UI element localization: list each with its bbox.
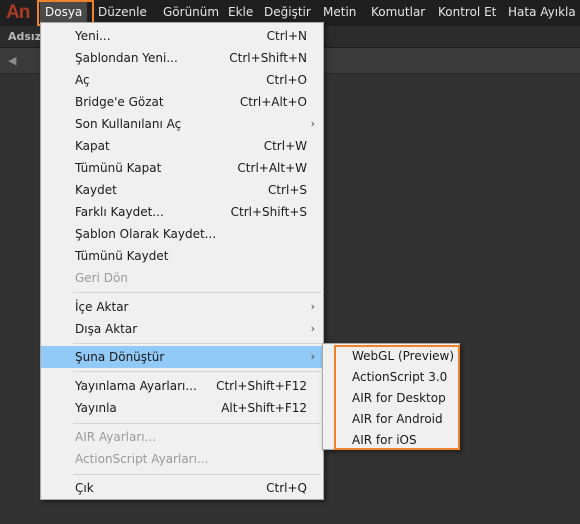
menu-item-open-recent[interactable]: Son Kullanılanı Aç › — [41, 113, 323, 135]
menu-item-publish-settings[interactable]: Yayınlama Ayarları... Ctrl+Shift+F12 — [41, 375, 323, 397]
menu-item-label: İçe Aktar — [75, 300, 129, 314]
submenu-item-air-android[interactable]: AIR for Android — [323, 409, 459, 430]
menu-item-label: Şablon Olarak Kaydet... — [75, 227, 217, 241]
menu-item-shortcut: Ctrl+Q — [266, 481, 307, 495]
chevron-right-icon: › — [310, 300, 315, 313]
menu-item-label: Tümünü Kapat — [75, 161, 162, 175]
chevron-right-icon: › — [310, 322, 315, 335]
submenu-item-air-desktop[interactable]: AIR for Desktop — [323, 388, 459, 409]
menu-item-shortcut: Ctrl+Shift+N — [229, 51, 307, 65]
chevron-right-icon: › — [310, 117, 315, 130]
menu-item-import[interactable]: İçe Aktar › — [41, 296, 323, 318]
menu-item-close[interactable]: Kapat Ctrl+W — [41, 135, 323, 157]
menu-item-label: ActionScript Ayarları... — [75, 452, 209, 466]
menu-control[interactable]: Kontrol Et — [433, 0, 501, 26]
menu-item-label: Tümünü Kaydet — [75, 249, 169, 263]
menu-item-shortcut: Ctrl+S — [267, 183, 307, 197]
menu-debug[interactable]: Hata Ayıkla — [503, 0, 580, 26]
submenu-item-label: AIR for Android — [352, 412, 443, 426]
menu-item-air-settings: AIR Ayarları... — [41, 426, 323, 448]
menu-item-save[interactable]: Kaydet Ctrl+S — [41, 179, 323, 201]
menu-separator — [73, 343, 321, 344]
menu-item-label: Geri Dön — [75, 271, 128, 285]
menu-item-label: Son Kullanılanı Aç — [75, 117, 182, 131]
menu-item-exit[interactable]: Çık Ctrl+Q — [41, 477, 323, 499]
menu-item-revert: Geri Dön — [41, 267, 323, 289]
menu-item-label: Bridge'e Gözat — [75, 95, 164, 109]
menu-item-label: Farklı Kaydet... — [75, 205, 164, 219]
menu-item-shortcut: Ctrl+Alt+O — [239, 95, 307, 109]
menu-item-publish[interactable]: Yayınla Alt+Shift+F12 — [41, 397, 323, 419]
menu-item-save-all[interactable]: Tümünü Kaydet — [41, 245, 323, 267]
menu-item-label: Aç — [75, 73, 90, 87]
menu-item-save-as-template[interactable]: Şablon Olarak Kaydet... — [41, 223, 323, 245]
menu-item-label: Kapat — [75, 139, 110, 153]
menu-item-label: Yayınla — [75, 401, 117, 415]
menu-commands[interactable]: Komutlar — [366, 0, 430, 26]
menu-item-open[interactable]: Aç Ctrl+O — [41, 69, 323, 91]
menu-item-close-all[interactable]: Tümünü Kapat Ctrl+Alt+W — [41, 157, 323, 179]
convert-to-submenu: WebGL (Preview) ActionScript 3.0 AIR for… — [322, 343, 460, 450]
menu-item-shortcut: Ctrl+Shift+F12 — [216, 379, 307, 393]
document-tab[interactable]: Adsız — [8, 30, 41, 43]
menu-item-new[interactable]: Yeni... Ctrl+N — [41, 25, 323, 47]
arrow-left-icon[interactable]: ◀ — [8, 54, 16, 67]
submenu-item-label: WebGL (Preview) — [352, 349, 455, 363]
menu-separator — [73, 474, 321, 475]
menu-item-browse-in-bridge[interactable]: Bridge'e Gözat Ctrl+Alt+O — [41, 91, 323, 113]
menu-item-shortcut: Ctrl+Alt+W — [237, 161, 307, 175]
menu-item-shortcut: Ctrl+N — [266, 29, 307, 43]
menu-item-shortcut: Ctrl+O — [266, 73, 307, 87]
menu-item-label: Çık — [75, 481, 94, 495]
menu-separator — [73, 423, 321, 424]
menu-item-shortcut: Ctrl+Shift+S — [230, 205, 307, 219]
submenu-item-label: ActionScript 3.0 — [352, 370, 448, 384]
submenu-item-air-ios[interactable]: AIR for iOS — [323, 430, 459, 451]
menu-item-label: Yayınlama Ayarları... — [75, 379, 197, 393]
menu-item-label: Kaydet — [75, 183, 117, 197]
menu-item-export[interactable]: Dışa Aktar › — [41, 318, 323, 340]
menu-item-label: AIR Ayarları... — [75, 430, 157, 444]
chevron-right-icon: › — [310, 350, 315, 363]
app-logo: An — [6, 2, 30, 23]
file-menu: Yeni... Ctrl+N Şablondan Yeni... Ctrl+Sh… — [40, 22, 324, 500]
menu-item-label: Şablondan Yeni... — [75, 51, 178, 65]
submenu-item-label: AIR for Desktop — [352, 391, 446, 405]
menu-item-convert-to[interactable]: Şuna Dönüştür › — [41, 346, 323, 368]
menu-item-label: Şuna Dönüştür — [75, 350, 165, 364]
menu-item-shortcut: Alt+Shift+F12 — [221, 401, 307, 415]
menu-separator — [73, 292, 321, 293]
menu-item-save-as[interactable]: Farklı Kaydet... Ctrl+Shift+S — [41, 201, 323, 223]
submenu-item-actionscript3[interactable]: ActionScript 3.0 — [323, 367, 459, 388]
menu-item-label: Yeni... — [75, 29, 111, 43]
menu-item-shortcut: Ctrl+W — [263, 139, 307, 153]
submenu-item-webgl[interactable]: WebGL (Preview) — [323, 346, 459, 367]
menu-text[interactable]: Metin — [318, 0, 361, 26]
menu-item-label: Dışa Aktar — [75, 322, 138, 336]
menu-item-new-from-template[interactable]: Şablondan Yeni... Ctrl+Shift+N — [41, 47, 323, 69]
menu-item-actionscript-settings: ActionScript Ayarları... — [41, 448, 323, 470]
menu-separator — [73, 371, 321, 372]
submenu-item-label: AIR for iOS — [352, 433, 417, 447]
